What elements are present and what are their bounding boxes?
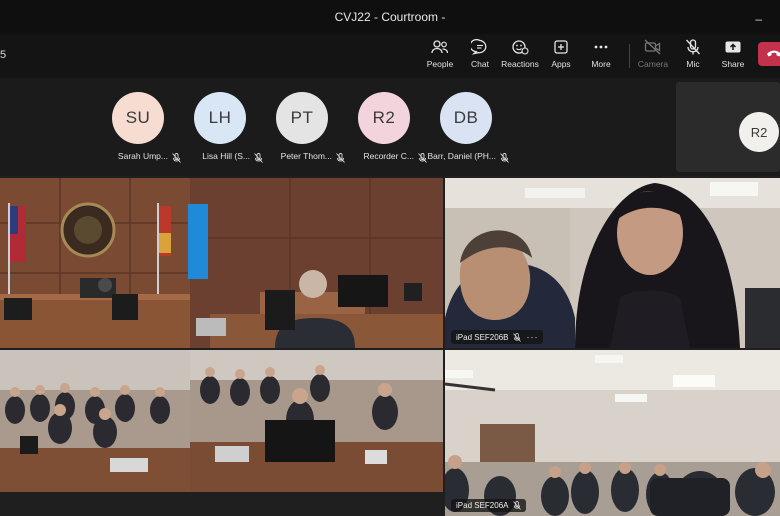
toolbar-separator (629, 44, 630, 68)
more-options-icon[interactable]: ··· (526, 332, 538, 342)
participant-strip: SU Sarah Ump... LH Lisa Hill (S... PT Pe… (0, 78, 780, 176)
courtroom-front-image (0, 178, 443, 348)
ipad-sef206b-image (445, 178, 780, 348)
apps-label: Apps (551, 59, 571, 69)
window-title: CVJ22 - Courtroom - (334, 10, 446, 24)
people-label: People (426, 59, 454, 69)
camera-button[interactable]: Camera (633, 38, 673, 74)
gallery-image (0, 350, 443, 492)
title-bar: CVJ22 - Courtroom - – (0, 0, 780, 34)
ipad-sef206a-image (445, 350, 780, 516)
video-label-text: iPad SEF206B (456, 332, 509, 342)
share-icon (723, 38, 743, 56)
mic-muted-icon (513, 332, 522, 342)
share-label: Share (721, 59, 745, 69)
share-button[interactable]: Share (713, 38, 753, 74)
mic-button[interactable]: Mic (673, 38, 713, 74)
participant-name: Recorder C... (363, 151, 414, 161)
video-label-text: iPad SEF206A (456, 501, 509, 510)
mic-off-icon (683, 38, 703, 56)
camera-off-icon (643, 38, 663, 56)
avatar: R2 (739, 112, 779, 152)
people-button[interactable]: People (420, 38, 460, 74)
video-tile-ipad-sef206a[interactable]: iPad SEF206A (445, 350, 780, 516)
video-tile-gallery[interactable] (0, 350, 443, 492)
participant-name: Lisa Hill (S... (202, 151, 250, 161)
participant-name: Barr, Daniel (PH... (427, 151, 497, 161)
more-button[interactable]: More (581, 38, 621, 74)
video-label: iPad SEF206A (451, 499, 527, 512)
meeting-timer: 5 (0, 49, 7, 61)
mic-muted-icon (500, 150, 509, 168)
video-tile-ipad-sef206b[interactable]: iPad SEF206B ··· (445, 178, 780, 348)
self-view-tile[interactable]: R2 (676, 82, 780, 172)
apps-button[interactable]: Apps (541, 38, 581, 74)
apps-icon (551, 38, 571, 56)
more-label: More (591, 59, 611, 69)
camera-label: Camera (637, 59, 669, 69)
mic-muted-icon (513, 501, 522, 510)
video-tile-courtroom-front[interactable] (0, 178, 443, 348)
chat-button[interactable]: Chat (460, 38, 500, 74)
participant-name: Peter Thom... (280, 151, 332, 161)
avatar: SU (112, 92, 164, 144)
participant-name: Sarah Ump... (117, 151, 168, 161)
reactions-label: Reactions (501, 59, 539, 69)
chat-label: Chat (471, 59, 489, 69)
avatar: LH (194, 92, 246, 144)
avatar: DB (440, 92, 492, 144)
reactions-button[interactable]: Reactions (500, 38, 540, 74)
leave-button[interactable] (758, 42, 780, 66)
video-label: iPad SEF206B ··· (451, 330, 544, 344)
avatar: R2 (358, 92, 410, 144)
mic-label: Mic (686, 59, 700, 69)
more-icon (591, 38, 611, 56)
chat-icon (470, 38, 490, 56)
minimize-button[interactable]: – (755, 12, 762, 26)
avatar: PT (276, 92, 328, 144)
meeting-toolbar: 5 People Chat Reactions Apps More Camera… (0, 34, 780, 78)
reactions-icon (510, 38, 530, 56)
participant-tile[interactable]: DB Barr, Daniel (PH... (418, 92, 514, 164)
people-icon (430, 38, 450, 56)
phone-leave-icon (766, 45, 780, 63)
